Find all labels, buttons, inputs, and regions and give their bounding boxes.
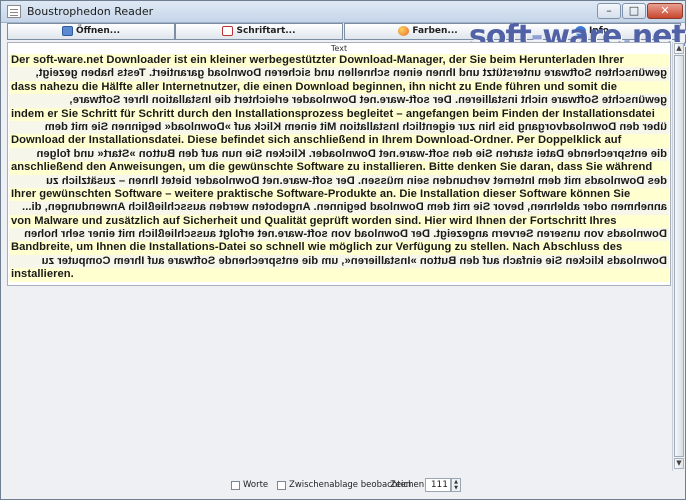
app-icon [7,5,21,18]
close-button[interactable]: ✕ [647,3,683,19]
words-label: Worte [243,480,269,490]
minimize-button[interactable]: – [597,3,621,19]
panel-title: Text [330,44,348,53]
text-line: Ihrer gewünschten Software – weitere pra… [9,187,669,202]
open-button-label: Öffnen... [75,26,121,36]
text-line: Download der Installationsdatei. Diese b… [9,134,669,148]
scroll-up-icon[interactable]: ▲ [674,43,684,54]
text-line: Downloads klicken Sie einfach auf den Bu… [9,254,669,269]
chars-label: Zeichen: [390,480,427,490]
text-line: gewünschten Software unterstützt und Ihn… [9,67,669,81]
colors-button-label: Farben... [412,26,458,36]
text-panel: Text Der soft-ware.net Downloader ist ei… [7,42,671,286]
text-line: die entsprechende Datei starten Sie den … [9,147,669,162]
chars-spinner[interactable]: ▲ ▼ [451,478,461,492]
text-line: annehmen oder ablehnen, bevor Sie mit de… [9,201,669,215]
vertical-scrollbar[interactable]: ▲ ▼ [672,42,684,471]
open-button[interactable]: Öffnen... [7,23,175,40]
text-line: indem er Sie Schritt für Schritt durch d… [9,107,669,121]
text-line: dass nahezu die Hälfte aller Internetnut… [9,80,669,95]
text-line: installieren. [9,268,669,282]
font-button[interactable]: Schriftart... [175,23,343,40]
window-title: Boustrophedon Reader [27,5,154,18]
clipboard-checkbox[interactable] [277,481,286,490]
palette-icon [398,25,410,36]
text-line: Der soft-ware.net Downloader ist ein kle… [9,54,669,68]
words-checkbox[interactable] [231,481,240,490]
font-icon [222,25,234,36]
text-line: Bandbreite, um Ihnen die Installations-D… [9,241,669,255]
text-line: anschließend den Anweisungen, um die gew… [9,161,669,175]
maximize-button[interactable]: □ [622,3,646,19]
app-window: Boustrophedon Reader – □ ✕ Öffnen... Sch… [0,0,686,500]
text-line: von Malware und zusätzlich auf Sicherhei… [9,214,669,229]
text-display[interactable]: Der soft-ware.net Downloader ist ein kle… [9,54,669,282]
text-line: über den Downloadvorgang bis hin zur eig… [9,120,669,135]
scroll-down-icon[interactable]: ▼ [674,458,684,469]
text-line: des Downloads mit dem Internet verbunden… [9,174,669,188]
status-bar: Worte Zwischenablage beobachten Zeichen:… [7,475,681,497]
chars-input[interactable]: 111 [425,478,451,492]
scrollbar-thumb[interactable] [674,55,684,457]
text-line: gewünschte Software nicht installieren. … [9,94,669,108]
text-line: Downloads von unseren Servern angezeigt.… [9,228,669,242]
font-button-label: Schriftart... [236,26,296,36]
folder-open-icon [61,25,73,36]
